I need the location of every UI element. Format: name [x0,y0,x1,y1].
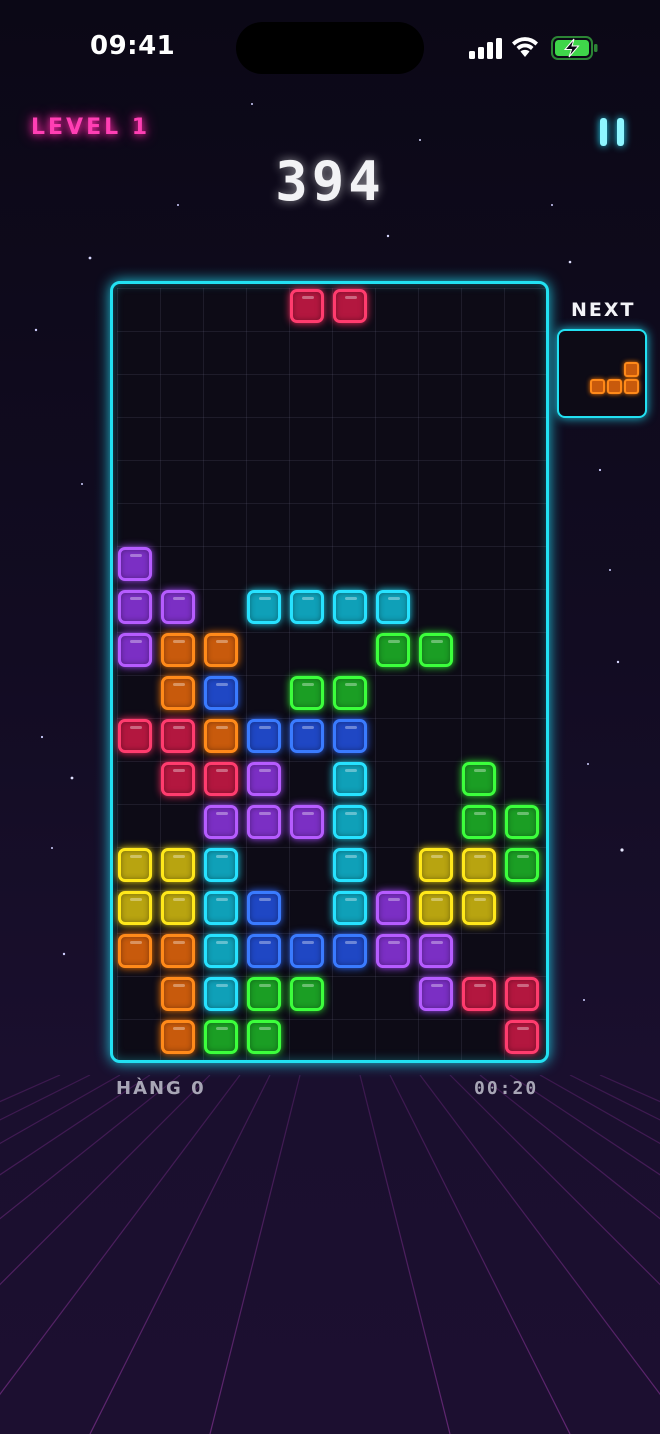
board-block [290,676,324,710]
board-block [118,590,152,624]
next-piece-block [624,362,639,377]
board-block [118,934,152,968]
board-block [333,590,367,624]
board-block [462,805,496,839]
board-block [290,977,324,1011]
board-block [333,891,367,925]
board-block [333,719,367,753]
score-display: 394 [275,150,385,213]
board-block [462,891,496,925]
next-piece-block [590,379,605,394]
next-piece-label: NEXT [571,299,636,321]
board-block [161,977,195,1011]
board-block [462,762,496,796]
board-block [419,633,453,667]
pause-button[interactable] [598,118,626,146]
wifi-icon [512,37,538,57]
board-block [505,805,539,839]
board-block [118,547,152,581]
board-block [290,590,324,624]
board-block [376,934,410,968]
board-block [290,719,324,753]
board-block [204,633,238,667]
board-block [204,805,238,839]
board-block [419,977,453,1011]
board-block [462,848,496,882]
next-piece-preview [557,329,647,418]
board-block [247,590,281,624]
board-block [462,977,496,1011]
board-block [247,805,281,839]
board-block [204,934,238,968]
battery-charging-icon [551,36,598,60]
board-block [247,977,281,1011]
board-block [247,762,281,796]
board-block [204,719,238,753]
board-block [376,633,410,667]
board-block [204,848,238,882]
board-block [161,676,195,710]
board-block [376,590,410,624]
board-block [419,891,453,925]
board-cells [113,284,546,1060]
board-block [247,1020,281,1054]
pause-icon [617,118,624,146]
board-block [161,590,195,624]
status-time: 09:41 [90,31,176,61]
board-block [290,289,324,323]
next-piece-block [607,379,622,394]
lines-cleared-counter: HÀNG 0 [116,1078,206,1099]
level-indicator: LEVEL 1 [31,115,151,140]
board-block [118,848,152,882]
board-block [204,891,238,925]
board-block [376,891,410,925]
board-block [247,934,281,968]
board-block [161,719,195,753]
board-block [161,633,195,667]
board-block [247,891,281,925]
board-block [118,719,152,753]
board-block [333,934,367,968]
next-piece-block [624,379,639,394]
perspective-grid-floor [0,1075,660,1434]
board-block [161,891,195,925]
board-block [118,891,152,925]
dynamic-island [236,22,424,74]
pause-icon [600,118,607,146]
board-block [118,633,152,667]
board-block [161,762,195,796]
board-block [505,848,539,882]
game-timer: 00:20 [474,1078,539,1099]
board-block [333,762,367,796]
board-block [505,977,539,1011]
board-block [204,676,238,710]
board-block [204,1020,238,1054]
board-block [161,934,195,968]
status-bar: 09:41 [0,0,660,96]
board-block [161,1020,195,1054]
board-block [419,934,453,968]
board-block [247,719,281,753]
cellular-signal-icon [469,38,502,59]
board-block [333,676,367,710]
game-board[interactable] [110,281,549,1063]
board-block [290,934,324,968]
board-block [419,848,453,882]
board-block [204,762,238,796]
board-block [204,977,238,1011]
board-block [161,848,195,882]
board-block [505,1020,539,1054]
board-block [333,289,367,323]
board-block [333,848,367,882]
board-block [290,805,324,839]
board-block [333,805,367,839]
